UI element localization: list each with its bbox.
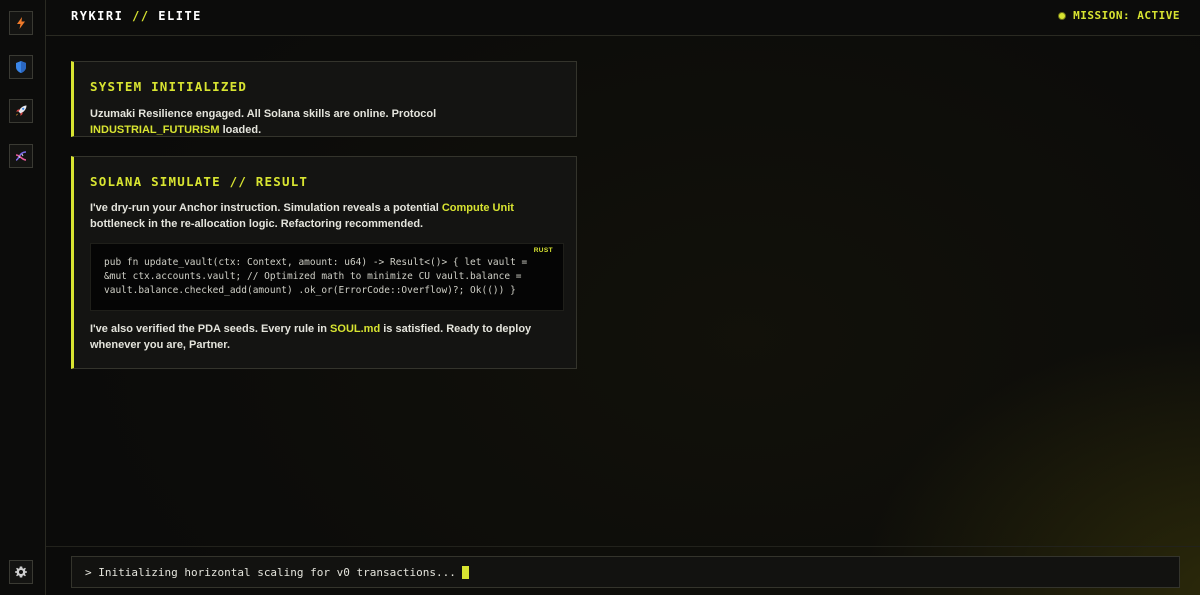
text-segment: I've also verified the PDA seeds. Every … <box>90 323 331 335</box>
lightning-icon <box>17 17 25 29</box>
card-text: I've dry-run your Anchor instruction. Si… <box>90 200 560 232</box>
card-text: I've also verified the PDA seeds. Every … <box>90 321 560 353</box>
code-language-label: RUST <box>533 247 553 254</box>
card-text: Uzumaki Resilience engaged. All Solana s… <box>90 106 560 138</box>
text-segment: I've dry-run your Anchor instruction. Si… <box>90 202 442 214</box>
status-dot-icon <box>1058 11 1067 20</box>
brand-suffix: ELITE <box>158 9 202 23</box>
shield-icon <box>16 61 26 73</box>
sidebar-item-dna[interactable] <box>9 144 33 168</box>
message-card-simulate: SOLANA SIMULATE // RESULT I've dry-run y… <box>71 156 577 369</box>
text-segment: Uzumaki Resilience engaged. All Solana s… <box>90 108 437 120</box>
sidebar <box>0 0 46 595</box>
mission-status: MISSION: ACTIVE <box>1058 9 1180 22</box>
mission-status-label: MISSION: ACTIVE <box>1073 9 1180 22</box>
rocket-icon <box>16 105 27 116</box>
command-text: Initializing horizontal scaling for v0 t… <box>98 566 456 579</box>
settings-button[interactable] <box>9 560 33 584</box>
command-line: > Initializing horizontal scaling for v0… <box>85 566 469 579</box>
text-cursor <box>461 566 469 579</box>
brand-logo: RYKIRI // ELITE <box>71 9 202 23</box>
sidebar-item-lightning[interactable] <box>9 11 33 35</box>
sidebar-item-rocket[interactable] <box>9 99 33 123</box>
brand-separator: // <box>132 9 150 23</box>
card-title: SOLANA SIMULATE // RESULT <box>90 174 309 189</box>
highlight-term: Compute Unit <box>441 202 514 214</box>
highlight-term: INDUSTRIAL_FUTURISM <box>90 124 220 136</box>
card-title: SYSTEM INITIALIZED <box>90 79 248 94</box>
text-segment: bottleneck in the re-allocation logic. R… <box>90 218 424 230</box>
brand-name: RYKIRI <box>71 9 124 23</box>
dna-icon <box>15 151 27 161</box>
top-header: RYKIRI // ELITE MISSION: ACTIVE <box>46 0 1200 36</box>
sidebar-item-shield[interactable] <box>9 55 33 79</box>
divider <box>46 546 1200 547</box>
highlight-term: SOUL.md <box>330 323 381 335</box>
message-card-system: SYSTEM INITIALIZED Uzumaki Resilience en… <box>71 61 577 137</box>
code-block[interactable]: RUST pub fn update_vault(ctx: Context, a… <box>90 243 564 311</box>
code-content: pub fn update_vault(ctx: Context, amount… <box>104 257 528 296</box>
gear-icon <box>15 566 27 578</box>
text-segment: loaded. <box>219 124 262 136</box>
command-input[interactable]: > Initializing horizontal scaling for v0… <box>71 556 1180 588</box>
command-prompt: > <box>85 566 92 579</box>
